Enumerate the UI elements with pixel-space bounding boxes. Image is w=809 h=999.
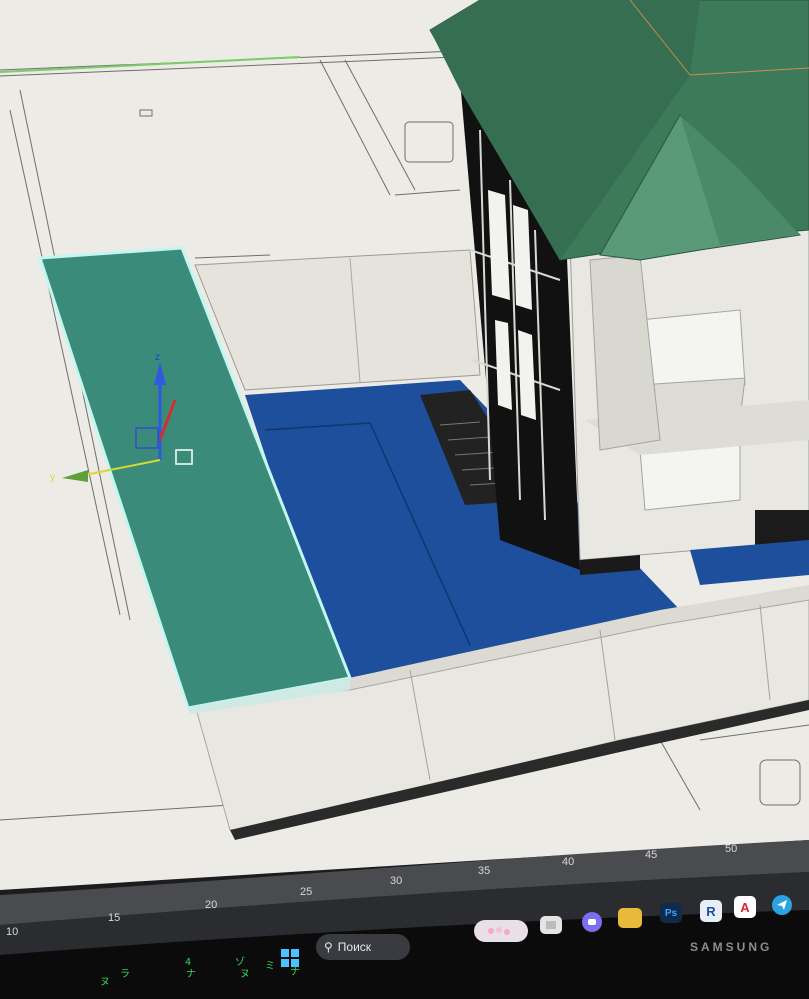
telegram-app[interactable]: [772, 895, 792, 915]
telegram-icon: [777, 900, 787, 910]
svg-text:ヌ: ヌ: [100, 977, 110, 988]
svg-text:4: 4: [185, 957, 191, 968]
gizmo-axis-z: z: [155, 352, 160, 363]
3d-viewport[interactable]: z y: [0, 0, 809, 999]
svg-text:ヌ: ヌ: [240, 969, 250, 980]
monitor-brand: SAMSUNG: [690, 940, 773, 954]
svg-text:ゾ: ゾ: [235, 956, 245, 968]
svg-text:ナ: ナ: [290, 966, 300, 978]
blossom-icon: [488, 927, 510, 935]
photoshop-label: Ps: [664, 907, 678, 919]
widgets-app[interactable]: [540, 916, 562, 934]
autocad-label: A: [740, 899, 750, 915]
revit-label: R: [706, 903, 716, 919]
svg-text:ナ: ナ: [186, 968, 196, 980]
revit-app[interactable]: R: [700, 900, 722, 922]
back-wall: [194, 249, 481, 391]
file-explorer-app[interactable]: [618, 908, 642, 928]
gizmo-axis-y: y: [50, 472, 55, 483]
chat-icon: [588, 919, 596, 925]
photoshop-app[interactable]: Ps: [660, 903, 682, 923]
chat-app[interactable]: [582, 912, 602, 932]
widgets-icon: [546, 921, 556, 929]
weather-widget[interactable]: [474, 920, 528, 942]
svg-text:ミ: ミ: [265, 961, 275, 972]
desktop-wallpaper-glyphs: ヌ ラ 4 ナ ゾ ヌ ミ ナ: [100, 956, 300, 988]
svg-text:ラ: ラ: [120, 968, 130, 980]
autocad-app[interactable]: A: [734, 896, 756, 918]
